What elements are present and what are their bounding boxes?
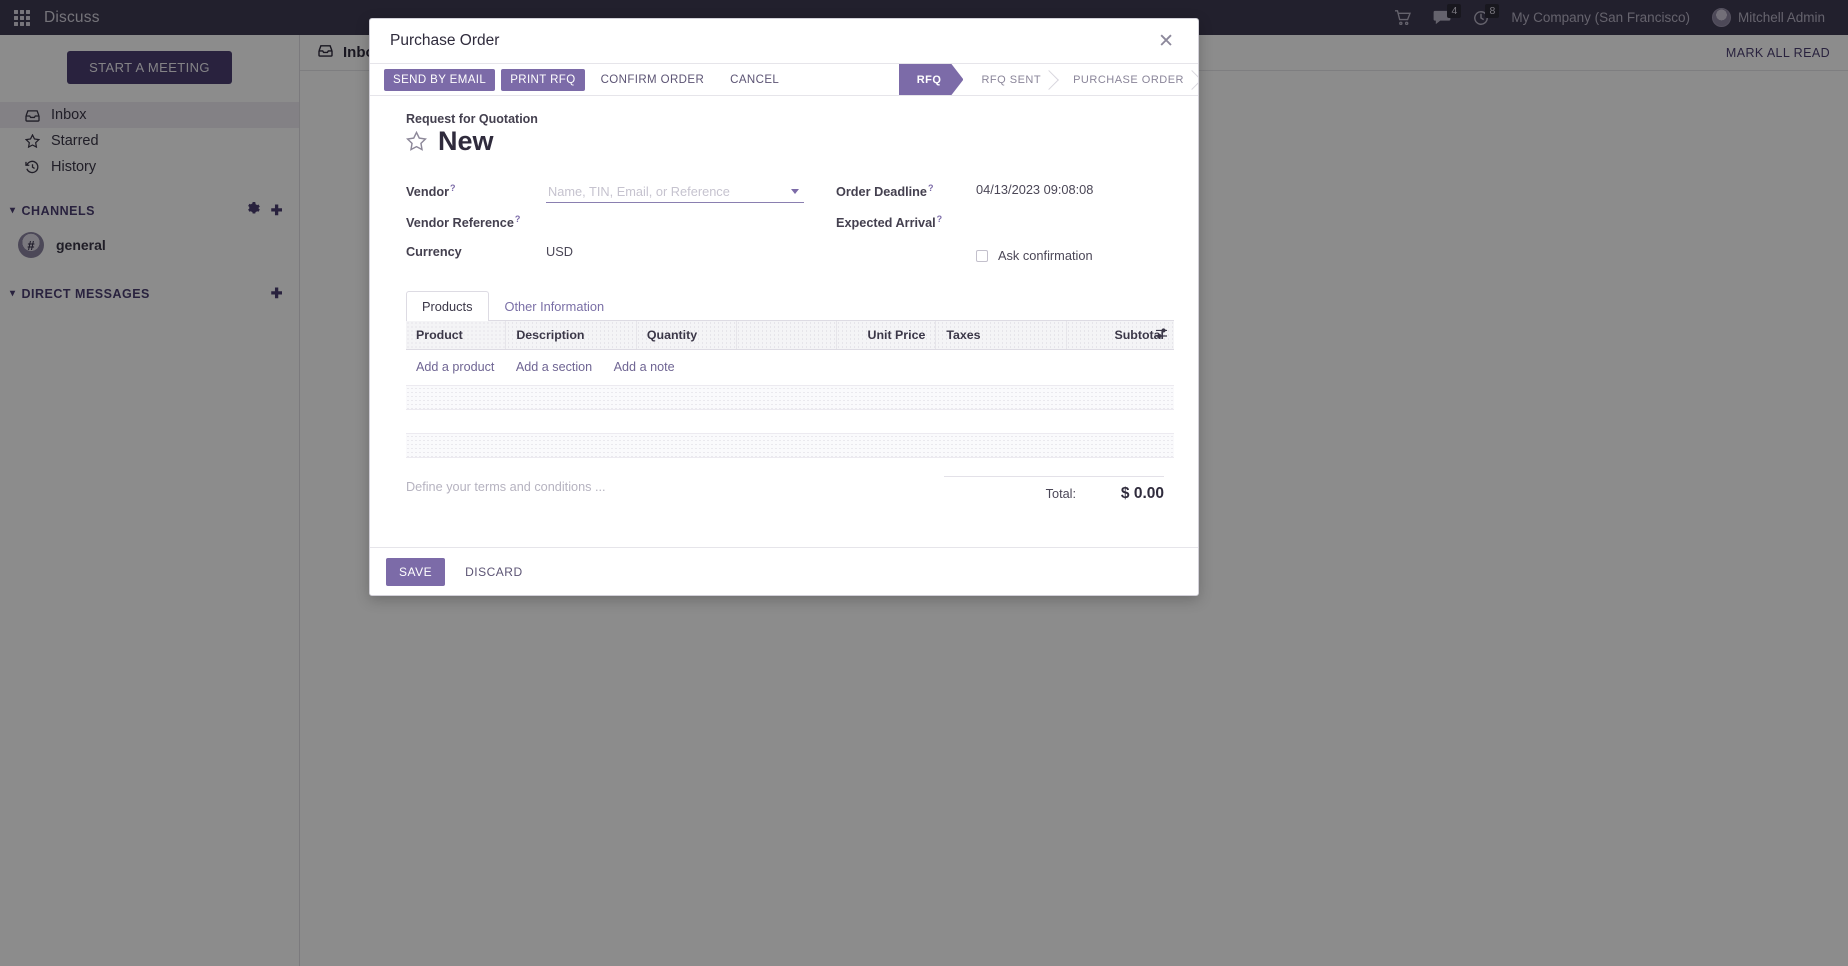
- table-header: Product Description Quantity Unit Price …: [406, 321, 1174, 350]
- vendor-reference-value[interactable]: [546, 208, 790, 213]
- table-body: Add a product Add a section Add a note: [406, 349, 1174, 458]
- status-bar: RFQ RFQ SENT PURCHASE ORDER: [899, 64, 1198, 95]
- cancel-button[interactable]: CANCEL: [720, 69, 789, 91]
- print-rfq-button[interactable]: PRINT RFQ: [501, 68, 585, 91]
- dialog-header: Purchase Order ✕: [370, 19, 1198, 64]
- notebook-footer: Define your terms and conditions ... Tot…: [406, 458, 1174, 503]
- form-columns: Vendor? Vendor Reference?: [406, 177, 1174, 270]
- tab-products[interactable]: Products: [406, 291, 489, 321]
- sliders-icon[interactable]: [1155, 328, 1168, 343]
- order-deadline-label: Order Deadline?: [836, 183, 934, 200]
- tab-other-information[interactable]: Other Information: [489, 291, 621, 321]
- form-sheet: Request for Quotation New Vendor? Name, …: [370, 96, 1198, 503]
- expected-arrival-label: Expected Arrival?: [836, 214, 943, 231]
- table-header-row: Product Description Quantity Unit Price …: [406, 321, 1174, 350]
- form-column-left: Vendor? Vendor Reference?: [406, 177, 804, 270]
- totals-divider: [944, 476, 1164, 477]
- help-marker[interactable]: ?: [515, 214, 521, 224]
- total-value: $ 0.00: [1120, 485, 1164, 502]
- total-row: Total: $ 0.00: [944, 485, 1164, 503]
- vendor-combo: [546, 182, 804, 203]
- record-subtitle: Request for Quotation: [406, 112, 538, 126]
- add-line-cell: Add a product Add a section Add a note: [406, 349, 1174, 386]
- record-title-row: New: [406, 128, 1174, 155]
- table-row: [406, 409, 1174, 434]
- star-outline-icon[interactable]: [406, 130, 427, 152]
- action-buttons: SEND BY EMAIL PRINT RFQ CONFIRM ORDER CA…: [384, 64, 789, 95]
- close-icon[interactable]: ✕: [1152, 28, 1180, 55]
- help-marker[interactable]: ?: [937, 214, 943, 224]
- column-quantity: Quantity: [636, 321, 737, 350]
- dialog-body: Request for Quotation New Vendor? Name, …: [370, 96, 1198, 547]
- total-label: Total:: [1045, 487, 1076, 501]
- page-title: New: [438, 126, 494, 156]
- field-currency: Currency USD: [406, 239, 790, 269]
- column-unit-price: Unit Price: [836, 321, 937, 350]
- field-expected-arrival: Expected Arrival?: [836, 208, 1174, 238]
- table-row: [406, 385, 1174, 410]
- order-deadline-value[interactable]: 04/13/2023 09:08:08: [976, 177, 1174, 197]
- order-lines-table: Product Description Quantity Unit Price …: [406, 321, 1174, 458]
- vendor-reference-label: Vendor Reference?: [406, 214, 521, 231]
- column-product: Product: [406, 321, 507, 350]
- currency-value[interactable]: USD: [546, 239, 790, 259]
- add-a-product-link[interactable]: Add a product: [416, 360, 494, 374]
- dialog-title: Purchase Order: [390, 32, 500, 49]
- notebook-tabs: Products Other Information: [406, 290, 1174, 321]
- ask-confirmation-label: Ask confirmation: [998, 248, 1093, 263]
- field-vendor: Vendor?: [406, 177, 804, 207]
- help-marker[interactable]: ?: [928, 183, 934, 193]
- expected-arrival-value[interactable]: [976, 208, 1174, 213]
- save-button[interactable]: SAVE: [386, 557, 446, 586]
- field-vendor-reference: Vendor Reference?: [406, 208, 790, 238]
- control-panel: SEND BY EMAIL PRINT RFQ CONFIRM ORDER CA…: [370, 64, 1198, 96]
- field-ask-confirmation: Ask confirmation: [976, 239, 1174, 263]
- vendor-value-wrap: [546, 177, 804, 203]
- send-by-email-button[interactable]: SEND BY EMAIL: [384, 68, 496, 91]
- field-order-deadline: Order Deadline? 04/13/2023 09:08:08: [836, 177, 1174, 207]
- column-subtotal: Subtotal: [1066, 321, 1174, 350]
- currency-label: Currency: [406, 245, 462, 259]
- totals-block: Total: $ 0.00: [944, 476, 1174, 503]
- dialog-footer: SAVE DISCARD: [370, 547, 1198, 595]
- add-line-row: Add a product Add a section Add a note: [406, 349, 1174, 386]
- add-a-note-link[interactable]: Add a note: [614, 360, 675, 374]
- status-rfq-sent[interactable]: RFQ SENT: [963, 64, 1055, 95]
- purchase-order-dialog: Purchase Order ✕ SEND BY EMAIL PRINT RFQ…: [369, 18, 1199, 596]
- column-spacer: [736, 321, 837, 350]
- add-a-section-link[interactable]: Add a section: [516, 360, 592, 374]
- confirm-order-button[interactable]: CONFIRM ORDER: [591, 69, 715, 91]
- column-taxes: Taxes: [935, 321, 1067, 350]
- table-row: [406, 433, 1174, 458]
- help-marker[interactable]: ?: [450, 183, 456, 193]
- vendor-input[interactable]: [546, 182, 804, 203]
- status-rfq[interactable]: RFQ: [899, 64, 964, 95]
- column-description: Description: [505, 321, 637, 350]
- vendor-label: Vendor?: [406, 183, 456, 200]
- notebook: Products Other Information Product Descr…: [406, 290, 1174, 503]
- form-column-right: Order Deadline? 04/13/2023 09:08:08 Expe…: [790, 177, 1174, 270]
- terms-and-conditions-field[interactable]: Define your terms and conditions ...: [406, 476, 944, 503]
- status-purchase-order[interactable]: PURCHASE ORDER: [1055, 64, 1198, 95]
- discard-button[interactable]: DISCARD: [453, 558, 535, 586]
- ask-confirmation-checkbox[interactable]: [976, 249, 988, 262]
